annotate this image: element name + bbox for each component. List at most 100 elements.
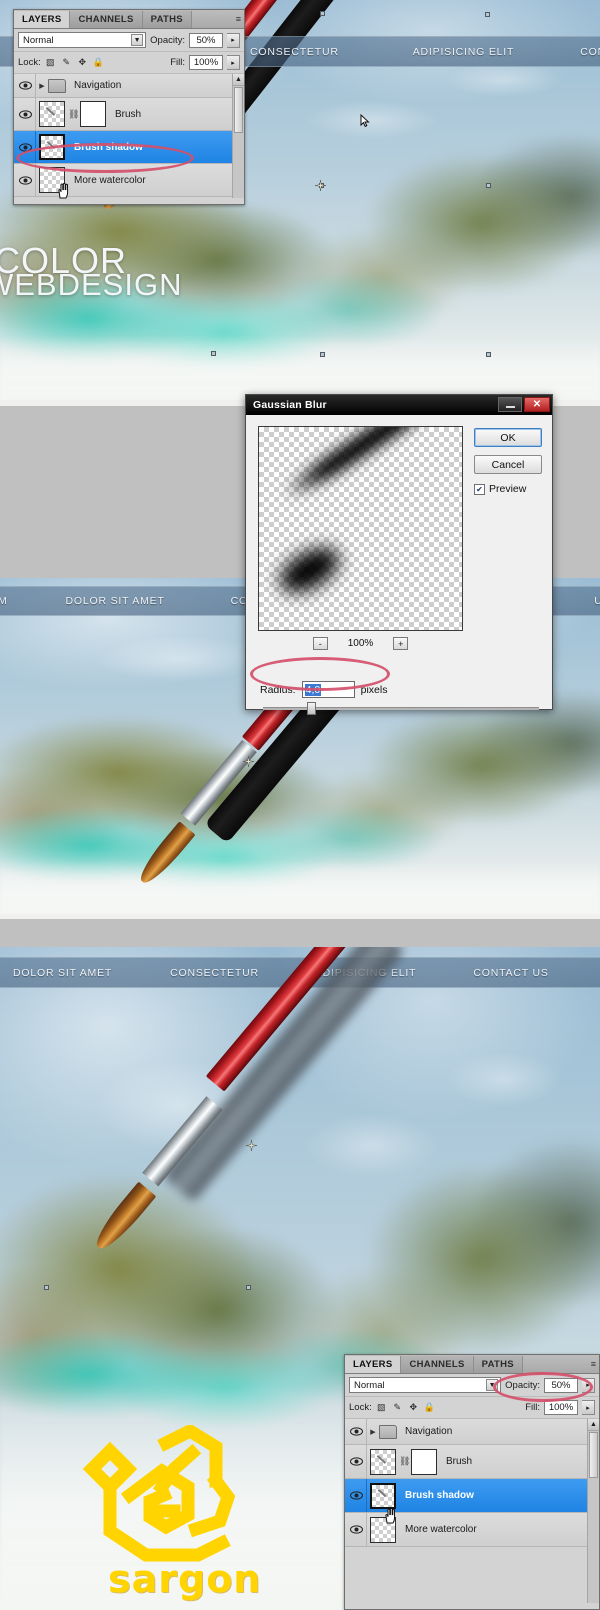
opacity-stepper[interactable]: ▸ — [582, 1377, 595, 1393]
selection-handle[interactable] — [486, 183, 491, 188]
selection-handle[interactable] — [486, 352, 491, 357]
lock-position-icon[interactable]: ✥ — [408, 1402, 419, 1413]
eye-icon[interactable] — [347, 1419, 367, 1444]
radius-control-row[interactable]: Radius: 4,0 pixels — [260, 681, 387, 698]
fill-input[interactable]: 100% — [189, 55, 223, 70]
opacity-stepper[interactable]: ▸ — [227, 32, 240, 48]
panel-menu-icon[interactable]: ≡ — [591, 1359, 596, 1369]
radius-slider[interactable] — [263, 702, 539, 715]
eye-icon[interactable] — [347, 1513, 367, 1546]
selection-handle[interactable] — [211, 351, 216, 356]
radius-slider-handle[interactable] — [307, 702, 316, 715]
tab-paths[interactable]: PATHS — [142, 11, 192, 28]
scrollbar-thumb[interactable] — [589, 1432, 598, 1478]
layers-list-top[interactable]: ▶ Navigation ⛓ Brush Brush shadow More w… — [14, 74, 244, 198]
nav-item-m[interactable]: M — [0, 595, 8, 607]
panel-tab-strip[interactable]: LAYERS CHANNELS PATHS ≡ — [14, 10, 244, 29]
nav-item-dolor-sit-amet[interactable]: DOLOR SIT AMET — [13, 967, 112, 979]
layer-row-navigation[interactable]: ▶ Navigation — [345, 1419, 599, 1445]
fill-input[interactable]: 100% — [544, 1400, 578, 1415]
layer-row-more-watercolor[interactable]: More watercolor — [14, 164, 244, 197]
layer-thumbnail[interactable] — [39, 101, 65, 127]
panel-menu-icon[interactable]: ≡ — [236, 14, 241, 24]
nav-item-consectetur[interactable]: CONSECTETUR — [250, 46, 339, 58]
layers-panel-top[interactable]: LAYERS CHANNELS PATHS ≡ Normal ▼ Opacity… — [13, 9, 245, 205]
lock-image-icon[interactable]: ✎ — [392, 1402, 403, 1413]
preview-checkbox-row[interactable]: ✔ Preview — [474, 483, 526, 495]
zoom-out-button[interactable]: - — [312, 637, 328, 650]
preview-zoom-controls[interactable]: - 100% + — [258, 637, 463, 650]
fill-stepper[interactable]: ▸ — [582, 1400, 595, 1415]
eye-icon[interactable] — [347, 1445, 367, 1478]
nav-item-dolor-sit-amet[interactable]: DOLOR SIT AMET — [66, 595, 165, 607]
layer-mask-thumbnail[interactable] — [80, 101, 106, 127]
lock-icon-group[interactable]: ▧ ✎ ✥ 🔒 — [376, 1402, 435, 1413]
lock-icon-group[interactable]: ▧ ✎ ✥ 🔒 — [45, 57, 104, 68]
layers-scrollbar[interactable]: ▲ — [587, 1419, 599, 1603]
fill-stepper[interactable]: ▸ — [227, 55, 240, 70]
layer-row-brush-shadow[interactable]: Brush shadow — [14, 131, 244, 164]
blend-mode-select[interactable]: Normal ▼ — [349, 1377, 502, 1393]
tab-channels[interactable]: CHANNELS — [401, 1356, 474, 1373]
lock-fill-row[interactable]: Lock: ▧ ✎ ✥ 🔒 Fill: 100% ▸ — [14, 52, 244, 74]
selection-handle[interactable] — [246, 1285, 251, 1290]
eye-icon[interactable] — [16, 164, 36, 196]
nav-item-contact-us[interactable]: CONTACT US — [580, 46, 600, 58]
lock-transparency-icon[interactable]: ▧ — [45, 57, 56, 68]
mask-link-icon[interactable]: ⛓ — [68, 109, 79, 120]
eye-icon[interactable] — [16, 131, 36, 163]
minimize-icon[interactable] — [498, 397, 522, 412]
selection-handle[interactable] — [44, 1285, 49, 1290]
lock-transparency-icon[interactable]: ▧ — [376, 1402, 387, 1413]
opacity-input[interactable]: 50% — [544, 1377, 578, 1393]
selection-handle[interactable] — [485, 12, 490, 17]
nav-item-consectetur[interactable]: CONSECTETUR — [170, 967, 259, 979]
group-disclosure-icon[interactable]: ▶ — [36, 82, 48, 90]
gaussian-blur-dialog[interactable]: Gaussian Blur ✕ - 100% + Radius: 4,0 pix… — [245, 394, 553, 715]
eye-icon[interactable] — [16, 74, 36, 97]
scroll-up-icon[interactable]: ▲ — [233, 74, 244, 86]
lock-all-icon[interactable]: 🔒 — [424, 1402, 435, 1413]
selection-handle[interactable] — [320, 352, 325, 357]
ok-button[interactable]: OK — [474, 428, 542, 447]
blend-mode-select[interactable]: Normal ▼ — [18, 32, 147, 48]
lock-all-icon[interactable]: 🔒 — [93, 57, 104, 68]
group-disclosure-icon[interactable]: ▶ — [367, 1428, 379, 1436]
zoom-in-button[interactable]: + — [393, 637, 409, 650]
close-icon[interactable]: ✕ — [524, 397, 550, 412]
layer-thumbnail[interactable] — [370, 1448, 396, 1475]
layer-mask-thumbnail[interactable] — [411, 1448, 437, 1475]
tab-layers[interactable]: LAYERS — [345, 1356, 402, 1373]
nav-item-adipisicing-elit[interactable]: ADIPISICING ELIT — [413, 46, 515, 58]
scrollbar-thumb[interactable] — [234, 87, 243, 133]
layer-thumbnail[interactable] — [39, 134, 65, 160]
radius-input[interactable]: 4,0 — [301, 681, 355, 698]
preview-checkbox[interactable]: ✔ — [474, 483, 485, 495]
mask-link-icon[interactable]: ⛓ — [399, 1456, 410, 1467]
lock-position-icon[interactable]: ✥ — [77, 57, 88, 68]
window-buttons[interactable]: ✕ — [498, 397, 550, 412]
scroll-up-icon[interactable]: ▲ — [588, 1419, 599, 1431]
tab-paths[interactable]: PATHS — [473, 1356, 523, 1373]
chevron-down-icon[interactable]: ▼ — [486, 1379, 499, 1391]
opacity-input[interactable]: 50% — [189, 32, 223, 48]
cancel-button[interactable]: Cancel — [474, 455, 542, 474]
layer-thumbnail[interactable] — [370, 1482, 396, 1509]
chevron-down-icon[interactable]: ▼ — [131, 34, 144, 46]
lock-image-icon[interactable]: ✎ — [61, 57, 72, 68]
layer-row-navigation[interactable]: ▶ Navigation — [14, 74, 244, 98]
dialog-titlebar[interactable]: Gaussian Blur ✕ — [246, 395, 552, 415]
tab-channels[interactable]: CHANNELS — [70, 11, 143, 28]
blend-opacity-row[interactable]: Normal ▼ Opacity: 50% ▸ — [345, 1374, 599, 1397]
layer-row-brush[interactable]: ⛓ Brush — [345, 1445, 599, 1479]
nav-item-us[interactable]: US — [594, 595, 600, 607]
layer-row-brush[interactable]: ⛓ Brush — [14, 98, 244, 131]
selection-handle[interactable] — [320, 11, 325, 16]
eye-icon[interactable] — [347, 1479, 367, 1512]
tab-layers[interactable]: LAYERS — [14, 11, 71, 28]
eye-icon[interactable] — [16, 98, 36, 130]
blend-opacity-row[interactable]: Normal ▼ Opacity: 50% ▸ — [14, 29, 244, 52]
layers-scrollbar[interactable]: ▲ — [232, 74, 244, 198]
lock-fill-row[interactable]: Lock: ▧ ✎ ✥ 🔒 Fill: 100% ▸ — [345, 1397, 599, 1419]
blur-preview[interactable] — [258, 426, 463, 631]
